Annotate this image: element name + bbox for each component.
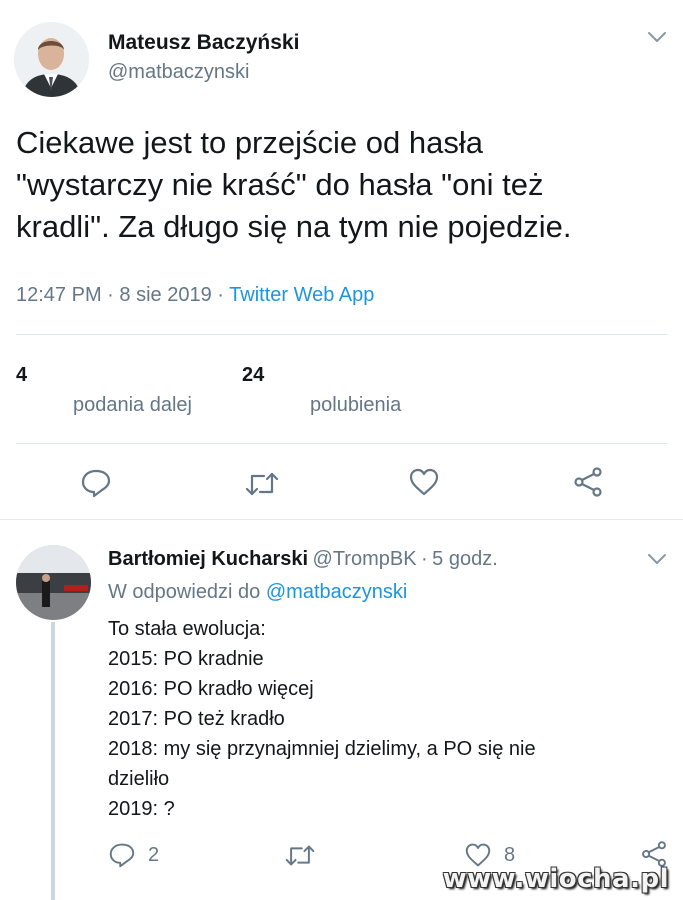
retweets-count[interactable]: 4 (16, 364, 27, 387)
reply-age[interactable]: 5 godz. (432, 548, 498, 570)
retweet-icon (285, 845, 315, 866)
reply-button[interactable] (80, 468, 112, 498)
tweet-text-line: "wystarczy nie kraść" do hasła "oni też (16, 167, 544, 202)
reply-header: Bartłomiej Kucharski @TrompBK · 5 godz. (108, 548, 498, 571)
tweet-text: Ciekawe jest to przejście od hasła "wyst… (16, 122, 676, 248)
meta-separator: · (421, 548, 428, 570)
watermark-logo: www.wiocha.pl (442, 864, 669, 894)
in-reply-to: W odpowiedzi do @matbaczynski (108, 581, 407, 604)
reply-text: To stała ewolucja: 2015: PO kradnie 2016… (108, 614, 668, 824)
author-name[interactable]: Mateusz Baczyński (108, 31, 299, 55)
in-reply-handle-link[interactable]: @matbaczynski (266, 581, 407, 603)
reply-reply-button[interactable]: 2 (108, 842, 159, 868)
tweet-meta: 12:47 PM · 8 sie 2019 · Twitter Web App (16, 284, 374, 307)
reply-text-line: 2015: PO kradnie (108, 648, 264, 670)
section-divider (0, 519, 683, 520)
share-icon (574, 467, 602, 497)
reply-author-handle[interactable]: @TrompBK (313, 548, 417, 570)
author-handle[interactable]: @matbaczynski (108, 61, 249, 84)
retweets-label[interactable]: podania dalej (73, 394, 192, 417)
divider (16, 443, 667, 444)
reply-text-line: dzieliło (108, 768, 170, 790)
reply-count: 2 (148, 843, 160, 866)
author-avatar[interactable] (14, 22, 89, 97)
thread-line (51, 622, 55, 900)
in-reply-prefix: W odpowiedzi do (108, 581, 261, 603)
reply-text-line: 2019: ? (108, 798, 175, 820)
tweet-text-line: Ciekawe jest to przejście od hasła (16, 125, 483, 160)
tweet-text-line: kradli". Za długo się na tym nie pojedzi… (16, 209, 572, 244)
likes-label[interactable]: polubienia (310, 394, 401, 417)
tweet-source-link[interactable]: Twitter Web App (229, 284, 374, 306)
like-button[interactable] (408, 467, 440, 497)
reply-author-name[interactable]: Bartłomiej Kucharski (108, 548, 308, 570)
share-button[interactable] (572, 466, 604, 498)
divider (16, 334, 667, 335)
chevron-down-icon[interactable] (647, 552, 667, 571)
tweet-date[interactable]: 8 sie 2019 (119, 284, 211, 306)
retweet-button[interactable] (244, 470, 280, 498)
meta-separator: · (107, 284, 114, 306)
reply-text-line: 2017: PO też kradło (108, 708, 285, 730)
meta-separator: · (217, 284, 224, 306)
reply-icon (109, 843, 135, 868)
avatar-photo-image (16, 545, 91, 620)
reply-text-line: 2018: my się przynajmniej dzielimy, a PO… (108, 738, 536, 760)
tweet-time[interactable]: 12:47 PM (16, 284, 102, 306)
avatar-portrait-image (14, 22, 89, 97)
likes-count[interactable]: 24 (242, 364, 264, 387)
heart-icon (409, 468, 439, 496)
retweet-icon (245, 472, 279, 496)
reply-retweet-button[interactable] (284, 843, 316, 868)
reply-text-line: 2016: PO kradło więcej (108, 678, 314, 700)
reply-text-line: To stała ewolucja: (108, 618, 266, 640)
reply-author-avatar[interactable] (16, 545, 91, 620)
chevron-down-icon[interactable] (647, 30, 667, 49)
reply-icon (81, 469, 111, 498)
